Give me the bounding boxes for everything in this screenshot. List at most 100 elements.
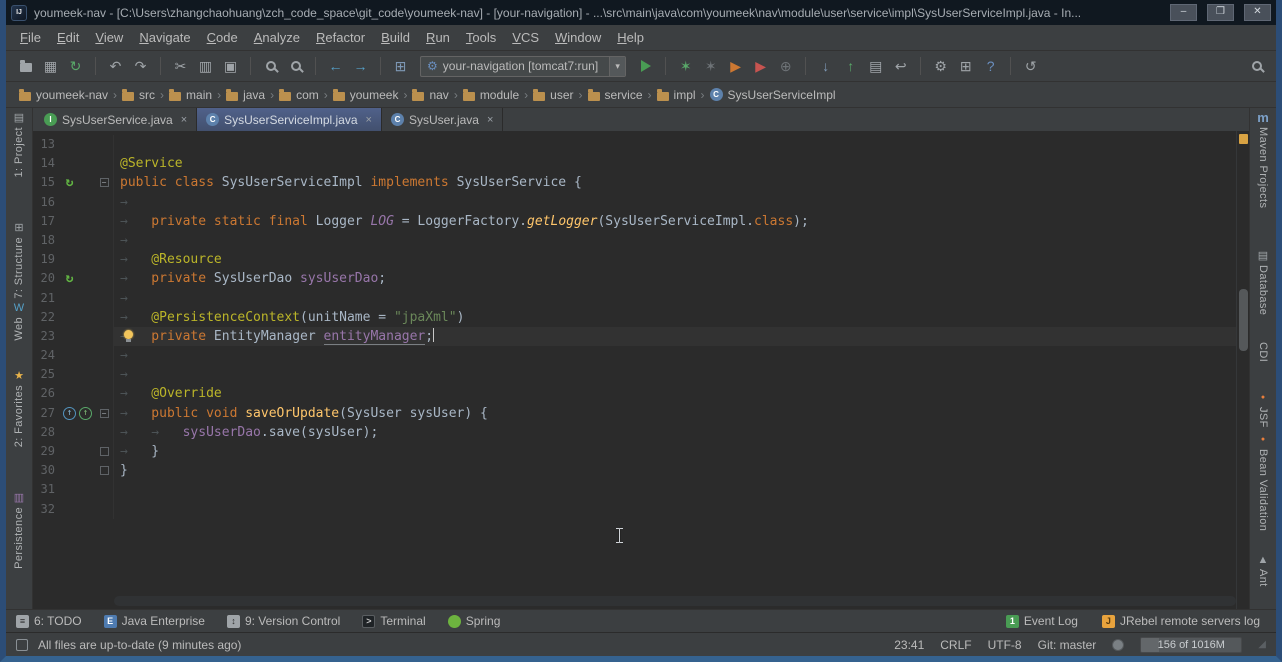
scrollbar-thumb[interactable]: [1239, 289, 1248, 351]
menu-run[interactable]: Run: [418, 27, 458, 48]
undo-icon[interactable]: ↶: [104, 55, 127, 77]
help-icon[interactable]: ?: [979, 55, 1002, 77]
tool-button-web[interactable]: WWeb: [6, 302, 32, 341]
spring-gutter-icon[interactable]: ↻: [63, 176, 76, 189]
breadcrumb-item-youmeek-nav[interactable]: youmeek-nav: [16, 86, 111, 104]
fold-open-icon[interactable]: −: [100, 409, 109, 418]
hector-icon[interactable]: [1112, 639, 1124, 651]
attach-icon[interactable]: ⊕: [774, 55, 797, 77]
jrebel-sync-icon[interactable]: ↺: [1019, 55, 1042, 77]
tab-sysuser-java[interactable]: CSysUser.java×: [382, 108, 503, 131]
breadcrumb-item-src[interactable]: src: [119, 86, 158, 104]
tool-button-cdi[interactable]: CDI: [1250, 342, 1276, 362]
toolwindow-button-9-version-control[interactable]: ↕9: Version Control: [227, 614, 340, 628]
close-icon[interactable]: ×: [181, 114, 187, 126]
show-changes-icon[interactable]: ▤: [864, 55, 887, 77]
toolwindow-button-event-log[interactable]: 1Event Log: [1006, 614, 1078, 628]
intention-bulb-icon[interactable]: [124, 330, 133, 339]
settings-icon[interactable]: ⚙: [929, 55, 952, 77]
find-icon[interactable]: [259, 55, 282, 77]
breadcrumb-item-user[interactable]: user: [530, 86, 576, 104]
breadcrumb-item-java[interactable]: java: [223, 86, 268, 104]
close-icon[interactable]: ×: [366, 114, 372, 126]
tool-button-bean-validation[interactable]: ●Bean Validation: [1250, 434, 1276, 531]
encoding-indicator[interactable]: UTF-8: [988, 638, 1022, 652]
breadcrumb-item-main[interactable]: main: [166, 86, 215, 104]
update-project-icon[interactable]: ↓: [814, 55, 837, 77]
menu-window[interactable]: Window: [547, 27, 609, 48]
jrebel-run-icon[interactable]: ▶: [724, 55, 747, 77]
tool-button-persistence[interactable]: ▥Persistence: [6, 492, 32, 569]
open-file-icon[interactable]: [14, 55, 37, 77]
search-everywhere-icon[interactable]: [1245, 55, 1268, 77]
view-breakpoints-icon[interactable]: ⊞: [954, 55, 977, 77]
breadcrumb-item-impl[interactable]: impl: [654, 86, 699, 104]
tool-button-jsf[interactable]: ●JSF: [1250, 392, 1276, 428]
jrebel-debug-icon[interactable]: ▶: [749, 55, 772, 77]
redo-icon[interactable]: ↷: [129, 55, 152, 77]
chevron-down-icon[interactable]: ▾: [609, 57, 625, 76]
paste-icon[interactable]: ▣: [219, 55, 242, 77]
menu-vcs[interactable]: VCS: [504, 27, 547, 48]
menu-analyze[interactable]: Analyze: [246, 27, 308, 48]
menu-file[interactable]: File: [12, 27, 49, 48]
breadcrumb-item-youmeek[interactable]: youmeek: [330, 86, 402, 104]
copy-icon[interactable]: ▥: [194, 55, 217, 77]
close-button[interactable]: ✕: [1244, 4, 1271, 21]
tab-sysuserservice-java[interactable]: ISysUserService.java×: [35, 108, 197, 131]
tool-button-ant[interactable]: ▲Ant: [1250, 554, 1276, 587]
menu-help[interactable]: Help: [609, 27, 652, 48]
breadcrumb-item-nav[interactable]: nav: [409, 86, 451, 104]
maximize-button[interactable]: ❐: [1207, 4, 1234, 21]
breadcrumb-item-module[interactable]: module: [460, 86, 522, 104]
run-coverage-icon[interactable]: ✶: [674, 55, 697, 77]
minimize-button[interactable]: –: [1170, 4, 1197, 21]
toolwindow-button-terminal[interactable]: >Terminal: [362, 614, 425, 628]
toolwindow-button-java-enterprise[interactable]: EJava Enterprise: [104, 614, 205, 628]
navigate-back-icon[interactable]: ←: [324, 55, 347, 77]
fold-open-icon[interactable]: −: [100, 178, 109, 187]
synchronize-icon[interactable]: ↻: [64, 55, 87, 77]
horizontal-scrollbar[interactable]: [114, 596, 1236, 606]
rollback-icon[interactable]: ↩: [889, 55, 912, 77]
memory-indicator[interactable]: 156 of 1016M: [1140, 637, 1242, 653]
implements-gutter-icon[interactable]: ↑: [79, 407, 92, 420]
override-gutter-icon[interactable]: ↑: [63, 407, 76, 420]
line-separator-indicator[interactable]: CRLF: [940, 638, 971, 652]
menu-refactor[interactable]: Refactor: [308, 27, 373, 48]
tool-button-1-project[interactable]: ▤1: Project: [6, 112, 32, 177]
run-configuration-select[interactable]: ⚙your-navigation [tomcat7:run]▾: [420, 56, 626, 77]
close-icon[interactable]: ×: [487, 114, 493, 126]
breadcrumb-item-sysuserserviceimpl[interactable]: CSysUserServiceImpl: [707, 86, 839, 104]
navigate-forward-icon[interactable]: →: [349, 55, 372, 77]
toolwindow-button-spring[interactable]: Spring: [448, 614, 501, 628]
fold-end-icon[interactable]: [100, 447, 109, 456]
tool-button-maven-projects[interactable]: mMaven Projects: [1250, 112, 1276, 208]
tool-button-database[interactable]: ▤Database: [1250, 250, 1276, 315]
menu-view[interactable]: View: [87, 27, 131, 48]
editor-scrollbar[interactable]: [1236, 131, 1249, 609]
git-branch-indicator[interactable]: Git: master: [1038, 638, 1097, 652]
toolwindow-toggle-icon[interactable]: [16, 639, 28, 651]
profile-icon[interactable]: ✶: [699, 55, 722, 77]
fold-end-icon[interactable]: [100, 466, 109, 475]
menu-navigate[interactable]: Navigate: [131, 27, 198, 48]
run-icon[interactable]: [634, 55, 657, 77]
menu-tools[interactable]: Tools: [458, 27, 504, 48]
commit-changes-icon[interactable]: ↑: [839, 55, 862, 77]
toolwindow-button-6-todo[interactable]: ≡6: TODO: [16, 614, 82, 628]
tool-button-2-favorites[interactable]: ★2: Favorites: [6, 370, 32, 447]
cut-icon[interactable]: ✂: [169, 55, 192, 77]
make-project-icon[interactable]: ⊞: [389, 55, 412, 77]
menu-edit[interactable]: Edit: [49, 27, 87, 48]
tab-sysuserserviceimpl-java[interactable]: CSysUserServiceImpl.java×: [197, 108, 382, 131]
breadcrumb-item-com[interactable]: com: [276, 86, 322, 104]
toolwindow-button-jrebel-remote-servers-log[interactable]: JJRebel remote servers log: [1102, 614, 1260, 628]
replace-icon[interactable]: [284, 55, 307, 77]
tool-button-7-structure[interactable]: ⊞7: Structure: [6, 222, 32, 299]
menu-code[interactable]: Code: [199, 27, 246, 48]
breadcrumb-item-service[interactable]: service: [585, 86, 646, 104]
resize-grip[interactable]: ◢: [1258, 639, 1266, 650]
menu-build[interactable]: Build: [373, 27, 418, 48]
spring-gutter-icon[interactable]: ↻: [63, 272, 76, 285]
